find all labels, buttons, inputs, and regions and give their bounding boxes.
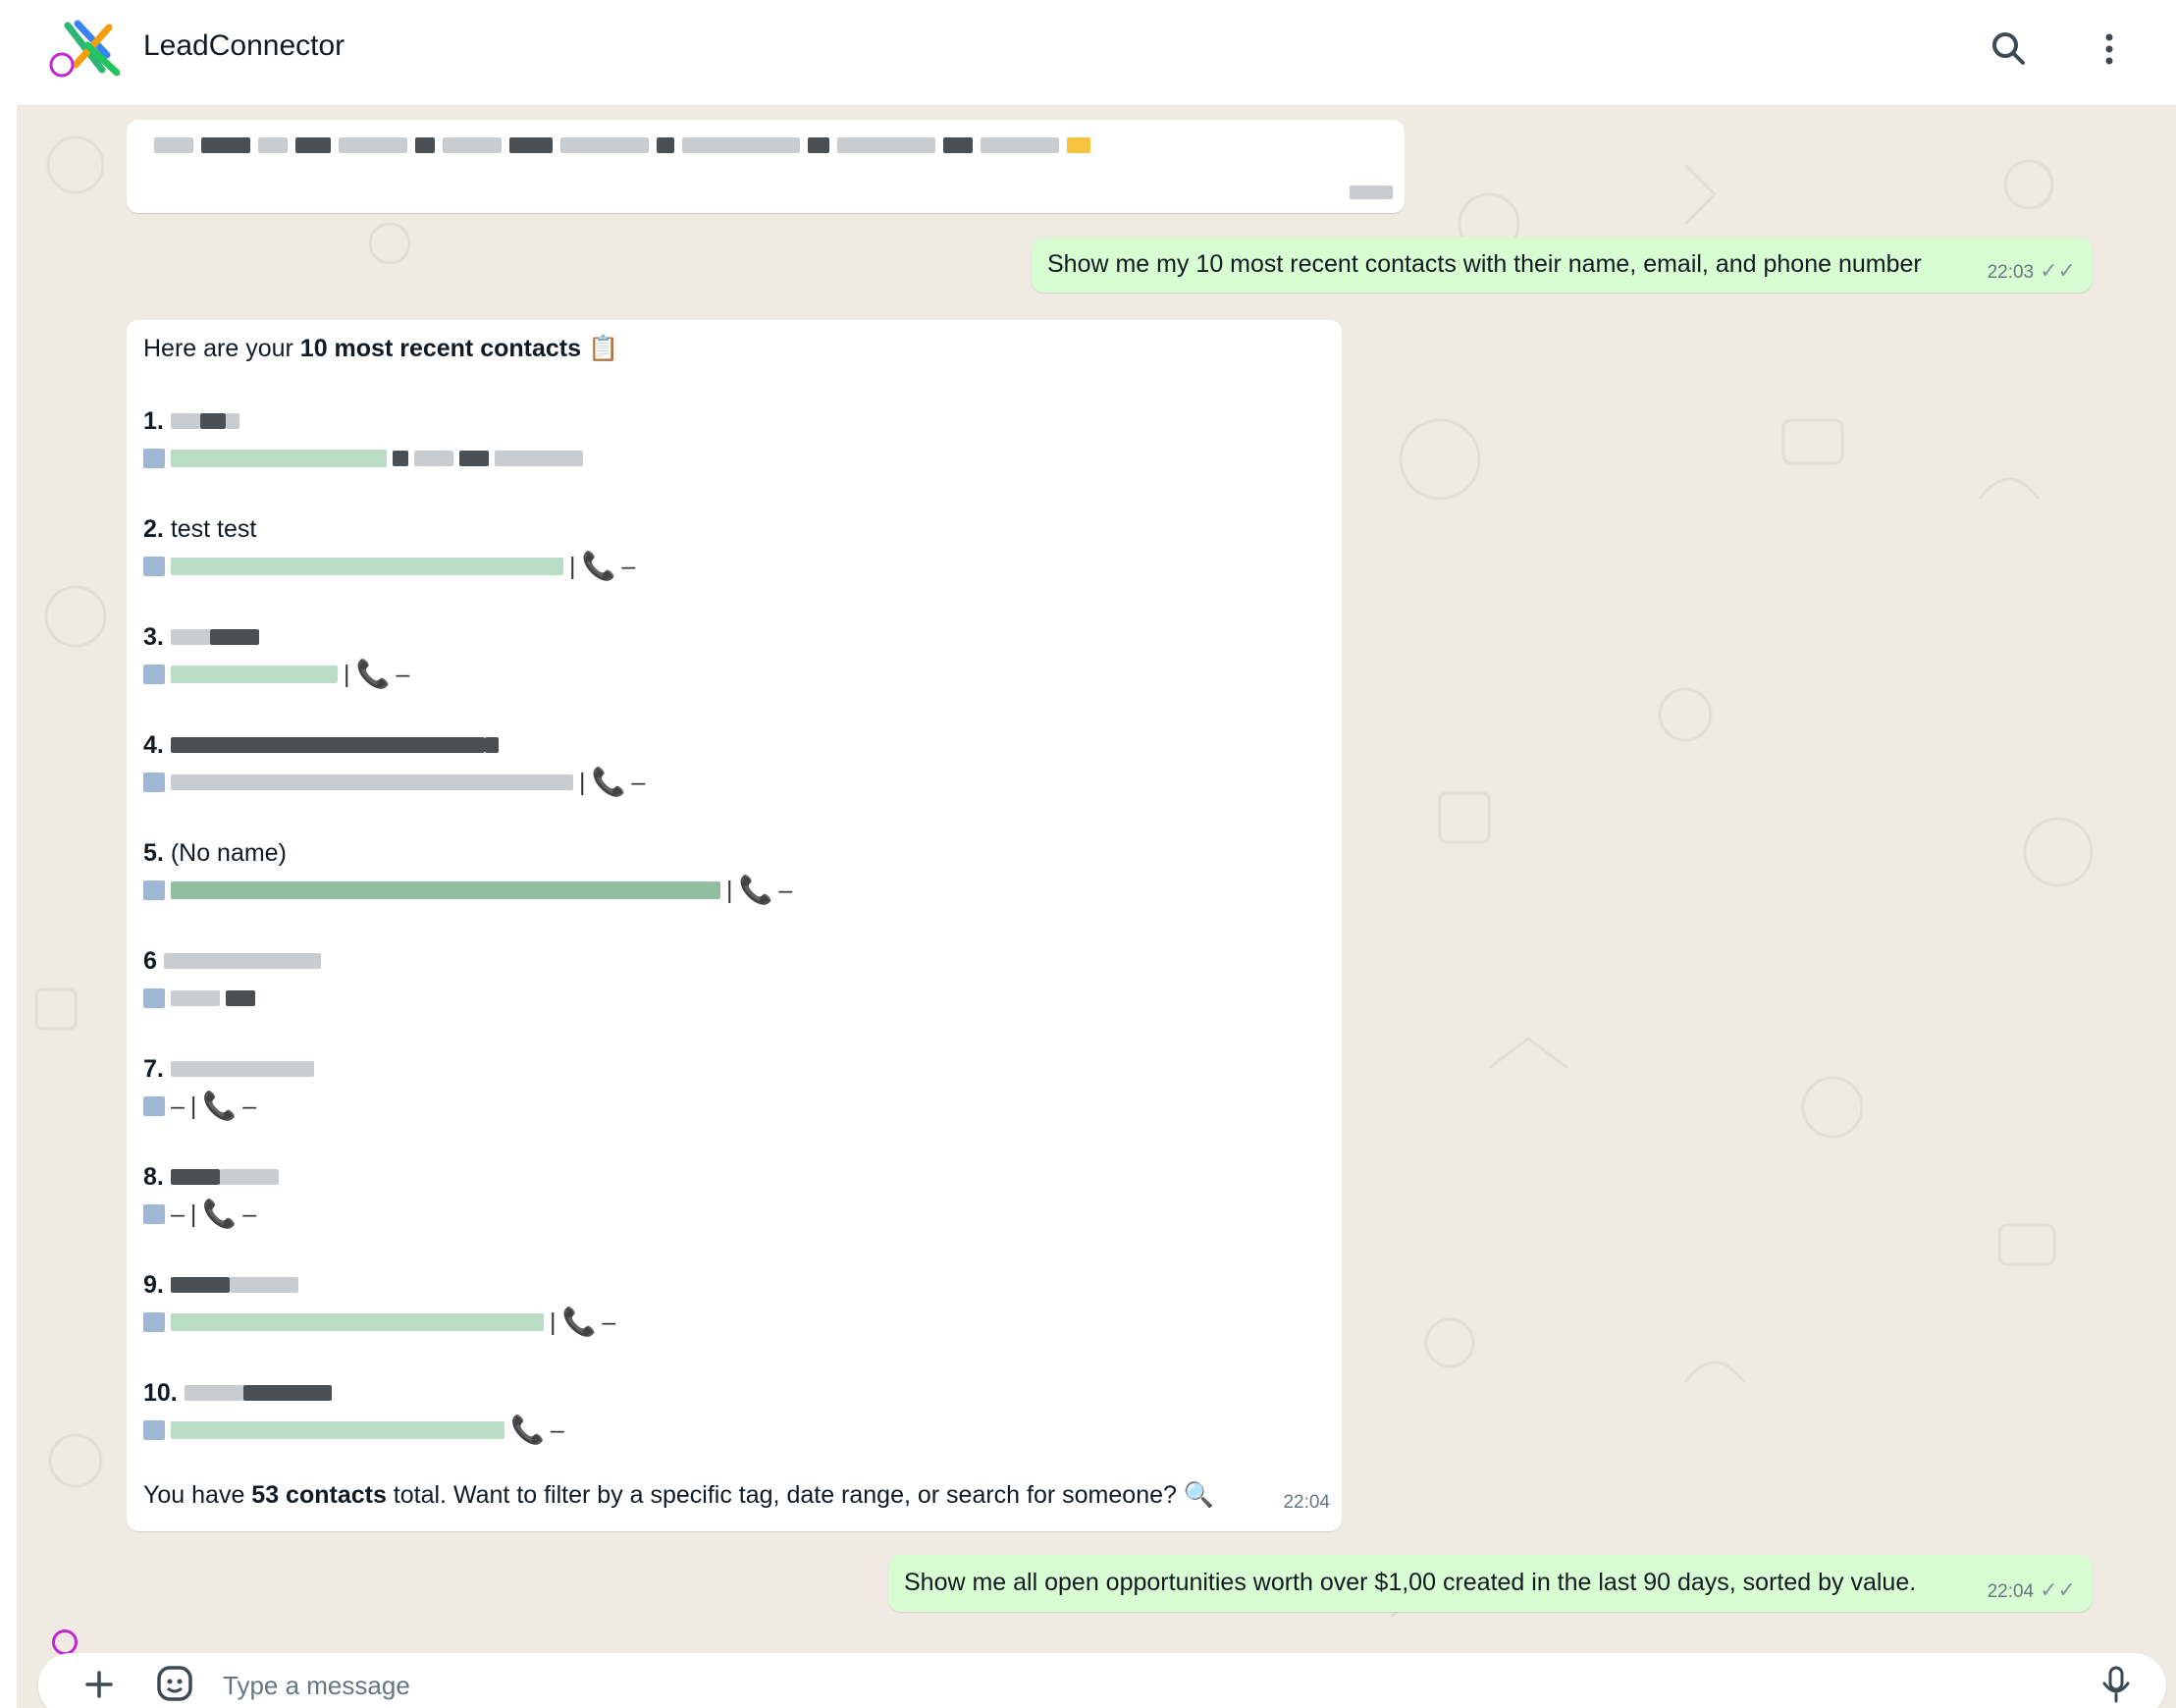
email-icon [143,773,165,792]
read-check-icon: ✓✓ [2040,1577,2076,1602]
outgoing-message: Show me all open opportunities worth ove… [888,1555,2092,1612]
phone-icon: 📞 [202,1091,238,1121]
email-icon [143,557,165,576]
microphone-icon[interactable] [2099,1665,2133,1704]
contact-item: 8. – | 📞 – [143,1160,279,1231]
contact-name: (No name) [170,839,287,867]
phone-icon: 📞 [738,875,773,905]
email-icon [143,1204,165,1224]
message-time: 22:04 [1283,1492,1330,1513]
contact-item: 7. – | 📞 – [143,1052,314,1123]
magnifier-icon: 🔍 [1183,1481,1214,1509]
email-icon [143,988,165,1008]
email-icon [143,881,165,900]
contact-name: test test [170,515,257,543]
contact-item: 9. | 📞 – [143,1271,616,1337]
plus-icon[interactable] [80,1665,119,1704]
phone-icon: 📞 [591,767,626,797]
cursor-indicator [52,1629,78,1655]
email-icon [143,1312,165,1332]
message-text: Show me all open opportunities worth ove… [904,1569,1917,1596]
incoming-message: Here are your 10 most recent contacts 📋 … [127,320,1342,1531]
contact-item: 10. 📞 – [143,1379,564,1445]
previous-message-bubble [127,120,1405,213]
phone-icon: 📞 [202,1199,238,1229]
message-input[interactable] [223,1659,2039,1708]
phone-icon: 📞 [510,1414,545,1445]
contact-item: 4. | 📞 – [143,731,646,797]
message-intro: Here are your 10 most recent contacts 📋 [143,335,619,362]
chat-app: LeadConnector Show me my 10 most recent … [17,0,2176,1708]
contact-item: 1. [143,404,583,475]
contact-item: 3. | 📞 – [143,623,410,689]
app-title: LeadConnector [143,29,345,62]
leadconnector-logo [49,20,121,78]
phone-icon: 📞 [581,551,616,581]
clipboard-icon: 📋 [587,335,619,362]
outgoing-message: Show me my 10 most recent contacts with … [1032,238,2092,293]
read-check-icon: ✓✓ [2040,258,2076,283]
contact-number: 1. [143,407,164,435]
more-vertical-icon[interactable] [2086,26,2133,73]
chat-header: LeadConnector [17,0,2176,106]
email-icon [143,1420,165,1440]
contact-item: 2. test test | 📞 – [143,515,636,581]
email-icon [143,449,165,468]
message-time: 22:04 [1987,1581,2035,1602]
message-text: Show me my 10 most recent contacts with … [1047,250,1922,278]
search-icon[interactable] [1986,26,2033,73]
contact-item: 6 [143,944,321,1015]
contact-item: 5. (No name) | 📞 – [143,839,793,905]
email-icon [143,1096,165,1116]
message-time: 22:03 [1987,262,2035,283]
phone-icon: 📞 [561,1307,597,1337]
email-icon [143,665,165,684]
phone-icon: 📞 [355,659,391,689]
message-footer: You have 53 contacts total. Want to filt… [143,1481,1214,1509]
message-composer [38,1653,2166,1708]
sticker-icon[interactable] [154,1663,195,1704]
